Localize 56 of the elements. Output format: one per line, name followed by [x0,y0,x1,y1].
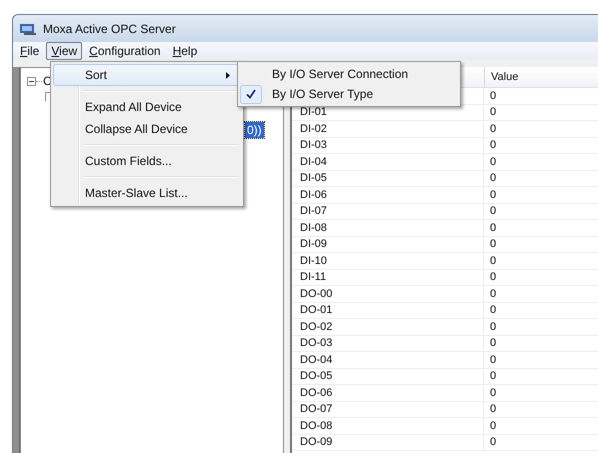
table-cell: DO-01 [300,304,332,316]
column-header[interactable]: Value [485,67,518,87]
table-cell: DO-08 [300,420,332,432]
window-title: Moxa Active OPC Server [43,22,176,36]
menu-entry[interactable]: By I/O Server Connection [240,64,458,84]
table-cell: DI-09 [300,238,327,250]
menu-item[interactable]: View [46,42,82,60]
table-cell: DO-09 [300,436,332,448]
table-cell: 0 [490,222,496,234]
menu-entry[interactable]: Collapse All Device [53,118,241,140]
table-cell: 0 [490,188,496,201]
menu-item[interactable]: Help [168,42,202,60]
table-cell: DO-04 [300,354,332,366]
menu-item[interactable]: File [15,42,44,60]
table-cell: DO-05 [300,370,332,382]
table-cell: 0 [490,156,496,168]
table-cell: 0 [490,386,496,399]
table-cell: DI-03 [300,139,327,152]
table-cell: 0 [490,139,496,152]
table-cell: 0 [490,403,496,416]
table-cell: 0 [490,288,496,300]
menu-entry[interactable]: Master-Slave List... [53,182,241,204]
table-cell: DO-03 [300,337,332,350]
table-cell: 0 [490,337,496,350]
table-cell: 0 [490,304,496,316]
table-cell: DI-01 [300,106,327,118]
table-cell: 0 [490,370,496,382]
table-cell: DI-04 [300,156,327,168]
table-cell: 0 [490,254,496,267]
table-cell: DI-10 [300,254,327,267]
table-cell: DI-06 [300,188,327,201]
table-cell: 0 [490,436,496,448]
table-cell: 0 [490,354,496,366]
table-cell: 0 [490,172,496,184]
table-cell: 0 [490,238,496,250]
table-cell: DI-07 [300,205,327,218]
table-cell: 0 [490,271,496,284]
menu-entry[interactable]: Expand All Device [53,96,241,118]
table-cell: DO-00 [300,288,332,300]
tree-node[interactable]: 0)) [245,122,264,138]
menu-item[interactable]: Configuration [84,42,166,60]
table-cell: DI-11 [300,271,326,284]
table-cell: 0 [490,320,496,333]
table-cell: DI-05 [300,172,327,184]
table-cell: DO-07 [300,403,332,416]
table-cell: 0 [490,205,496,218]
table-cell: 0 [490,122,496,135]
table-cell: DO-06 [300,386,332,399]
table-cell: DI-02 [300,122,327,135]
table-cell: DI-08 [300,222,327,234]
table-cell: 0 [490,90,496,102]
table-cell: 0 [490,106,496,118]
menu-entry[interactable]: By I/O Server Type [240,84,458,104]
menu-entry[interactable]: Custom Fields... [53,150,241,172]
table-cell: 0 [490,420,496,432]
table-cell: DO-02 [300,320,332,333]
